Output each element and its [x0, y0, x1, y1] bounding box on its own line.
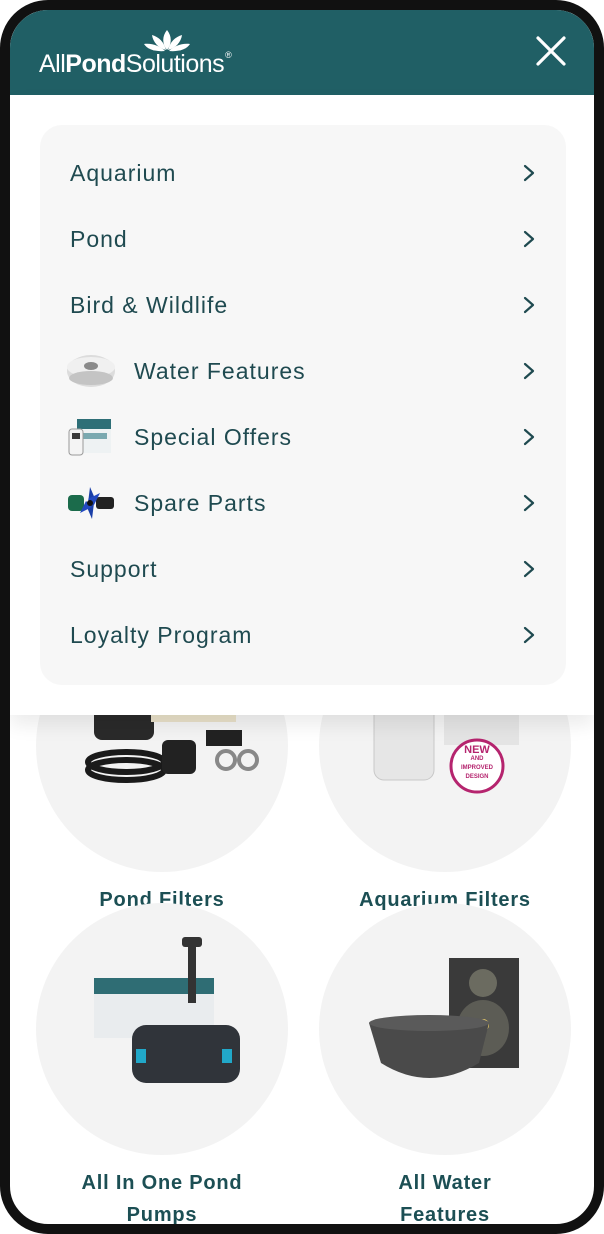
- navigation-menu: Aquarium Pond Bird & Wildlife Water Feat…: [40, 125, 566, 685]
- menu-item-label: Spare Parts: [134, 489, 267, 516]
- close-icon[interactable]: [534, 34, 568, 68]
- category-all-in-one-pond-pumps[interactable]: All In One Pond Pumps: [36, 903, 288, 1226]
- category-label-line-1: All Water: [398, 1172, 492, 1194]
- badge-new: NEW: [464, 744, 490, 756]
- chevron-right-icon: [523, 494, 535, 512]
- buddha-water-feature-image: [369, 958, 519, 1078]
- menu-item-aquarium[interactable]: Aquarium: [40, 140, 566, 206]
- menu-item-loyalty-program[interactable]: Loyalty Program: [40, 602, 566, 668]
- category-label-line-1: All In One Pond: [81, 1172, 243, 1194]
- menu-item-spare-parts[interactable]: Spare Parts: [40, 470, 566, 536]
- chevron-right-icon: [523, 164, 535, 182]
- menu-item-label: Bird & Wildlife: [70, 291, 229, 318]
- badge-design: DESIGN: [465, 774, 489, 780]
- chevron-right-icon: [523, 560, 535, 578]
- phone-frame: Pond Filters NEW AND IMPROVED DESIGN Aqu…: [0, 0, 604, 1234]
- trademark-symbol: ®: [225, 50, 232, 60]
- water-feature-bowl-image: [66, 348, 116, 394]
- brand-part-solutions: Solutions: [125, 50, 225, 78]
- menu-item-pond[interactable]: Pond: [40, 206, 566, 272]
- category-label-line-2: Features: [400, 1204, 490, 1226]
- brand-part-all: All: [39, 50, 66, 78]
- site-header: AllPondSolutions®: [10, 10, 594, 95]
- category-label: All In One Pond Pumps: [36, 1167, 288, 1226]
- category-all-water-features[interactable]: All Water Features: [319, 903, 571, 1226]
- badge-improved: IMPROVED: [460, 765, 493, 771]
- brand-logo[interactable]: AllPondSolutions®: [39, 28, 259, 78]
- category-label: All Water Features: [319, 1167, 571, 1226]
- menu-item-bird-wildlife[interactable]: Bird & Wildlife: [40, 272, 566, 338]
- impeller-part-image: [66, 480, 116, 526]
- menu-item-water-features[interactable]: Water Features: [40, 338, 566, 404]
- menu-item-special-offers[interactable]: Special Offers: [40, 404, 566, 470]
- navigation-menu-panel: Aquarium Pond Bird & Wildlife Water Feat…: [10, 95, 594, 715]
- category-image: [319, 903, 571, 1155]
- chevron-right-icon: [523, 626, 535, 644]
- chevron-right-icon: [523, 230, 535, 248]
- category-label-line-2: Pumps: [126, 1204, 198, 1226]
- menu-item-label: Pond: [70, 225, 128, 252]
- menu-item-label: Support: [70, 555, 158, 582]
- chevron-right-icon: [523, 296, 535, 314]
- badge-and: AND: [470, 756, 484, 762]
- brand-wordmark: AllPondSolutions®: [39, 50, 232, 79]
- menu-item-support[interactable]: Support: [40, 536, 566, 602]
- chevron-right-icon: [523, 362, 535, 380]
- menu-item-label: Aquarium: [70, 159, 177, 186]
- pond-pump-kit-image: [94, 937, 240, 1083]
- brand-part-pond: Pond: [65, 50, 126, 78]
- menu-item-label: Special Offers: [134, 423, 293, 450]
- category-image: [36, 903, 288, 1155]
- boxed-filter-image: [66, 414, 116, 460]
- menu-item-label: Loyalty Program: [70, 621, 253, 648]
- menu-item-label: Water Features: [134, 357, 306, 384]
- chevron-right-icon: [523, 428, 535, 446]
